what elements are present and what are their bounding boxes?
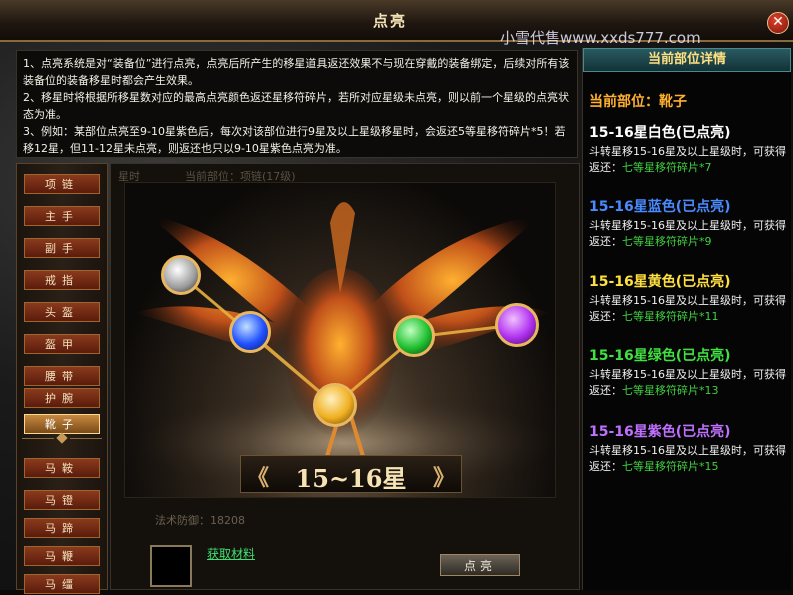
- tier-title: 15-16星白色(已点亮): [589, 125, 731, 141]
- tier-reward: 七等星移符碎片*15: [622, 460, 719, 473]
- watermark-text: 小雪代售www.xxds777.com: [500, 29, 701, 47]
- slot-divider: [22, 432, 102, 444]
- window-title: 点亮: [372, 12, 407, 30]
- slot-button-helmet[interactable]: 头盔: [24, 302, 100, 322]
- ghost-text-bottom: 法术防御：18208: [155, 514, 245, 527]
- tier-green: 15-16星绿色(已点亮) 斗转星移15-16星及以上星级时，可获得返还：七等星…: [589, 345, 789, 399]
- close-icon[interactable]: ✕: [767, 12, 789, 34]
- tier-yellow: 15-16星黄色(已点亮) 斗转星移15-16星及以上星级时，可获得返还：七等星…: [589, 271, 789, 325]
- next-arrow-icon[interactable]: 》: [433, 460, 455, 492]
- tier-title: 15-16星紫色(已点亮): [589, 424, 731, 440]
- description-line-3: 3、例如：某部位点亮至9-10星紫色后，每次对该部位进行9星及以上星级移星时，会…: [23, 125, 566, 155]
- tier-purple: 15-16星紫色(已点亮) 斗转星移15-16星及以上星级时，可获得返还：七等星…: [589, 421, 789, 475]
- get-material-link[interactable]: 获取材料: [207, 545, 255, 562]
- tier-title: 15-16星蓝色(已点亮): [589, 199, 731, 215]
- yellow-orb[interactable]: [313, 383, 357, 427]
- current-part-label: 当前部位：靴子: [589, 94, 687, 110]
- tier-reward: 七等星移符碎片*13: [622, 384, 719, 397]
- detail-panel-header: 当前部位详情: [583, 48, 791, 72]
- tier-blue: 15-16星蓝色(已点亮) 斗转星移15-16星及以上星级时，可获得返还：七等星…: [589, 196, 789, 250]
- slot-button-stirrup[interactable]: 马镫: [24, 490, 100, 510]
- purple-orb[interactable]: [495, 303, 539, 347]
- slot-button-belt[interactable]: 腰带: [24, 366, 100, 386]
- tier-desc: 斗转星移15-16星及以上星级时，可获得返还：七等星移符碎片*15: [589, 444, 786, 473]
- slot-button-whip[interactable]: 马鞭: [24, 546, 100, 566]
- slot-button-ring[interactable]: 戒指: [24, 270, 100, 290]
- slot-button-off-hand[interactable]: 副手: [24, 238, 100, 258]
- material-slot[interactable]: [150, 545, 192, 587]
- tier-desc: 斗转星移15-16星及以上星级时，可获得返还：七等星移符碎片*11: [589, 294, 786, 323]
- orb-connection-lines: [180, 273, 516, 407]
- phoenix-artwork: [124, 182, 556, 498]
- slot-button-boots[interactable]: 靴子: [24, 414, 100, 434]
- equipment-slot-sidebar: 项链 主手 副手 戒指 头盔 盔甲 腰带 护腕 靴子 马鞍 马镫 马蹄 马鞭 马…: [16, 163, 108, 594]
- slot-button-bracer[interactable]: 护腕: [24, 388, 100, 408]
- tier-title: 15-16星绿色(已点亮): [589, 348, 731, 364]
- tier-desc: 斗转星移15-16星及以上星级时，可获得返还：七等星移符碎片*7: [589, 145, 786, 174]
- description-line-2: 2、移星时将根据所移星数对应的最高点亮颜色返还星移符碎片，若所对应星级未点亮，则…: [23, 91, 569, 121]
- slot-button-main-hand[interactable]: 主手: [24, 206, 100, 226]
- slot-button-rein[interactable]: 马缰: [24, 574, 100, 594]
- slot-button-saddle[interactable]: 马鞍: [24, 458, 100, 478]
- description-line-1: 1、点亮系统是对“装备位”进行点亮，点亮后所产生的移星道具返还效果不与现在穿戴的…: [23, 57, 570, 87]
- slot-button-necklace[interactable]: 项链: [24, 174, 100, 194]
- light-up-button[interactable]: 点亮: [440, 554, 520, 576]
- slot-button-horseshoe[interactable]: 马蹄: [24, 518, 100, 538]
- blue-orb[interactable]: [229, 311, 271, 353]
- slot-button-armor[interactable]: 盔甲: [24, 334, 100, 354]
- tier-desc: 斗转星移15-16星及以上星级时，可获得返还：七等星移符碎片*9: [589, 219, 786, 248]
- tier-reward: 七等星移符碎片*9: [622, 235, 712, 248]
- detail-panel: 当前部位详情 当前部位：靴子 15-16星白色(已点亮) 斗转星移15-16星及…: [582, 48, 791, 590]
- tier-desc: 斗转星移15-16星及以上星级时，可获得返还：七等星移符碎片*13: [589, 368, 786, 397]
- tier-title: 15-16星黄色(已点亮): [589, 274, 731, 290]
- green-orb[interactable]: [393, 315, 435, 357]
- star-level-banner: 《 15~16星 》: [240, 455, 462, 493]
- white-orb[interactable]: [161, 255, 201, 295]
- tier-reward: 七等星移符碎片*11: [622, 310, 719, 323]
- tier-white: 15-16星白色(已点亮) 斗转星移15-16星及以上星级时，可获得返还：七等星…: [589, 122, 789, 176]
- tier-reward: 七等星移符碎片*7: [622, 161, 712, 174]
- description-box: 1、点亮系统是对“装备位”进行点亮，点亮后所产生的移星道具返还效果不与现在穿戴的…: [16, 50, 578, 158]
- star-level-label: 15~16星: [295, 464, 407, 493]
